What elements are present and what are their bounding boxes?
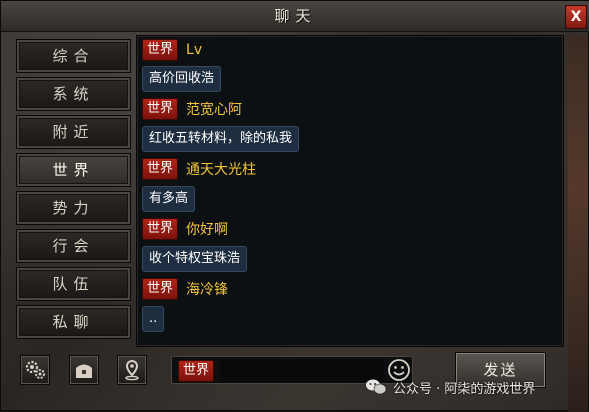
background-scenery [568, 35, 588, 412]
message-input[interactable] [220, 360, 384, 382]
channel-selector[interactable]: 世界 [178, 360, 215, 382]
tab-guild[interactable]: 行会 [16, 229, 131, 263]
sender-name[interactable]: Lv [186, 42, 202, 58]
wechat-icon [366, 379, 387, 395]
message-bubble: .. [142, 306, 165, 332]
message-header: 世界 你好啊 [142, 218, 228, 240]
channel-tag: 世界 [142, 218, 179, 240]
chat-window: 聊天 X 综合 系统 附近 世界 势力 行会 队伍 私聊 世界 Lv 高价回收浩… [0, 0, 589, 412]
settings-button[interactable] [20, 355, 50, 385]
message-bubble: 红收五转材料，除的私我 [142, 126, 300, 152]
channel-tag: 世界 [142, 98, 179, 120]
watermark: 公众号 · 阿柒的游戏世界 [365, 375, 535, 399]
location-button[interactable] [117, 355, 147, 385]
tab-faction[interactable]: 势力 [16, 191, 131, 225]
channel-tag: 世界 [142, 39, 179, 61]
channel-tag: 世界 [142, 158, 179, 180]
message-bubble: 有多高 [142, 186, 196, 212]
tab-world[interactable]: 世界 [16, 153, 131, 187]
close-button[interactable]: X [565, 5, 587, 29]
sender-name[interactable]: 范宽心阿 [186, 99, 242, 119]
tab-general[interactable]: 综合 [16, 39, 131, 73]
chat-log[interactable]: 世界 Lv 高价回收浩 世界 范宽心阿 红收五转材料，除的私我 世界 通天大光柱… [136, 35, 564, 347]
tab-nearby[interactable]: 附近 [16, 115, 131, 149]
message-header: 世界 通天大光柱 [142, 158, 256, 180]
tab-team[interactable]: 队伍 [16, 267, 131, 301]
message-header: 世界 范宽心阿 [142, 98, 242, 120]
gear-icon [25, 360, 45, 379]
message-header: 世界 Lv [142, 39, 202, 61]
message-header: 世界 海冷锋 [142, 278, 228, 300]
tab-private[interactable]: 私聊 [16, 305, 131, 339]
tab-system[interactable]: 系统 [16, 77, 131, 111]
message-bubble: 高价回收浩 [142, 66, 222, 92]
chest-icon [76, 364, 92, 378]
location-pin-icon [125, 359, 139, 381]
sender-name[interactable]: 海冷锋 [186, 279, 228, 299]
watermark-text: 公众号 · 阿柒的游戏世界 [393, 381, 536, 397]
channel-tag: 世界 [142, 278, 179, 300]
inventory-button[interactable] [69, 355, 99, 385]
sender-name[interactable]: 你好啊 [186, 219, 228, 239]
title-bar[interactable]: 聊天 X [1, 1, 589, 32]
message-bubble: 收个特权宝珠浩 [142, 246, 248, 272]
window-title: 聊天 [274, 7, 317, 25]
sender-name[interactable]: 通天大光柱 [186, 159, 256, 179]
